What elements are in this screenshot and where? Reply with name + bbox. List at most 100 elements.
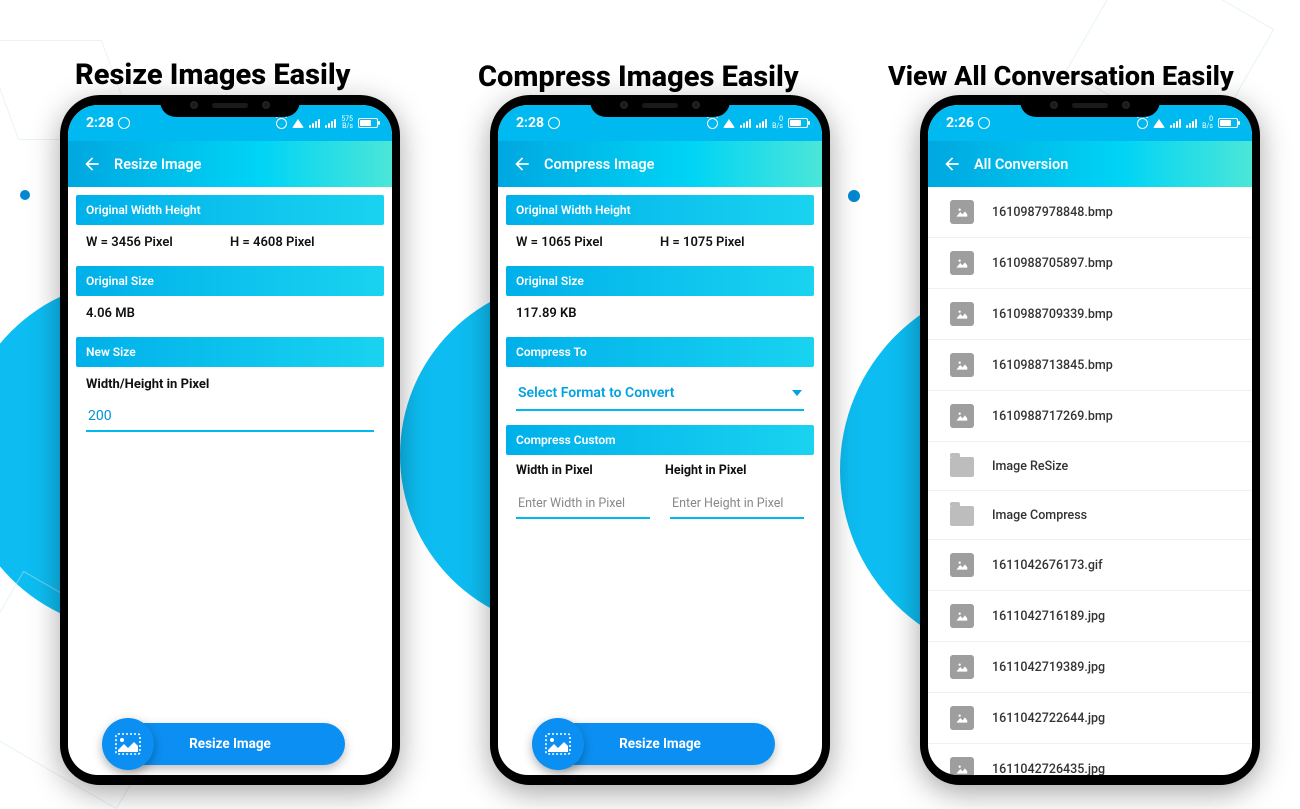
list-item[interactable]: 1611042716189.jpg [928, 591, 1252, 642]
list-item[interactable]: 1610987978848.bmp [928, 187, 1252, 238]
resize-fab-icon[interactable] [102, 718, 154, 770]
format-select-placeholder: Select Format to Convert [518, 385, 674, 401]
alarm-icon [707, 118, 718, 129]
image-icon [950, 353, 974, 377]
signal-icon-2 [756, 119, 767, 128]
original-size-value: 4.06 MB [76, 296, 384, 331]
battery-icon [1218, 118, 1238, 128]
headline-resize: Resize Images Easily [75, 58, 350, 92]
signal-icon [1170, 119, 1181, 128]
app-bar: Resize Image [68, 141, 392, 187]
original-width: W = 3456 Pixel [86, 235, 230, 250]
data-rate: 0B/s [1202, 116, 1213, 130]
headline-view-all: View All Conversation Easily [888, 60, 1234, 92]
image-icon [950, 757, 974, 775]
section-new-size: New Size [76, 337, 384, 367]
section-original-wh: Original Width Height [76, 195, 384, 225]
image-icon [950, 553, 974, 577]
list-item[interactable]: 1610988705897.bmp [928, 238, 1252, 289]
list-item[interactable]: 1610988717269.bmp [928, 391, 1252, 442]
screen-title: Compress Image [544, 156, 654, 173]
signal-icon [740, 119, 751, 128]
back-icon[interactable] [82, 154, 102, 174]
list-item-label: 1611042726435.jpg [992, 762, 1105, 776]
back-icon[interactable] [512, 154, 532, 174]
new-size-input[interactable] [86, 402, 374, 432]
list-item-label: 1610987978848.bmp [992, 205, 1113, 220]
wifi-icon [1153, 119, 1165, 128]
compress-fab-icon[interactable] [532, 718, 584, 770]
app-bar: Compress Image [498, 141, 822, 187]
original-dimensions-row: W = 3456 Pixel H = 4608 Pixel [76, 225, 384, 260]
list-item-label: 1611042716189.jpg [992, 609, 1105, 624]
folder-icon [950, 457, 974, 477]
signal-icon-2 [1186, 119, 1197, 128]
status-time: 2:28 [86, 115, 114, 131]
original-width: W = 1065 Pixel [516, 235, 660, 250]
list-item-label: 1610988717269.bmp [992, 409, 1113, 424]
list-item[interactable]: 1611042722644.jpg [928, 693, 1252, 744]
back-icon[interactable] [942, 154, 962, 174]
sync-icon [118, 117, 130, 129]
list-item[interactable]: Image ReSize [928, 442, 1252, 491]
list-item-label: 1611042722644.jpg [992, 711, 1105, 726]
original-size-value: 117.89 KB [506, 296, 814, 331]
conversion-list[interactable]: 1610987978848.bmp 1610988705897.bmp 161098… [928, 187, 1252, 775]
image-icon [950, 251, 974, 275]
folder-icon [950, 506, 974, 526]
height-field-label: Height in Pixel [655, 463, 804, 478]
original-dimensions-row: W = 1065 Pixel H = 1075 Pixel [506, 225, 814, 260]
phone-mockup-conversion: 2:26 0B/s All Conversion 1610987978848.b… [920, 95, 1260, 785]
wifi-icon [723, 119, 735, 128]
data-rate: 575B/s [341, 116, 353, 130]
list-item-label: 1611042719389.jpg [992, 660, 1105, 675]
battery-icon [358, 118, 378, 128]
status-time: 2:26 [946, 115, 974, 131]
app-bar: All Conversion [928, 141, 1252, 187]
custom-size-labels: Width in Pixel Height in Pixel [506, 455, 814, 480]
custom-height-input[interactable] [670, 490, 804, 519]
screen-title: All Conversion [974, 156, 1068, 173]
image-icon [950, 404, 974, 428]
status-time: 2:28 [516, 115, 544, 131]
list-item-label: 1610988713845.bmp [992, 358, 1113, 373]
chevron-down-icon [792, 390, 802, 396]
sync-icon [978, 117, 990, 129]
battery-icon [788, 118, 808, 128]
alarm-icon [276, 118, 287, 129]
list-item[interactable]: 1611042719389.jpg [928, 642, 1252, 693]
image-icon [950, 200, 974, 224]
signal-icon [309, 119, 320, 128]
list-item-label: 1610988709339.bmp [992, 307, 1113, 322]
sync-icon [548, 117, 560, 129]
signal-icon-2 [325, 119, 336, 128]
list-item[interactable]: 1610988713845.bmp [928, 340, 1252, 391]
image-icon [950, 655, 974, 679]
section-original-wh: Original Width Height [506, 195, 814, 225]
format-select[interactable]: Select Format to Convert [516, 379, 804, 411]
new-size-label: Width/Height in Pixel [76, 367, 384, 396]
original-height: H = 4608 Pixel [230, 235, 374, 250]
status-bar: 2:28 0B/s [498, 105, 822, 141]
headline-compress: Compress Images Easily [478, 60, 799, 94]
phone-mockup-resize: 2:28 575B/s Resize Image Original Width … [60, 95, 400, 785]
list-item-label: Image Compress [992, 508, 1087, 523]
image-icon [950, 604, 974, 628]
list-item[interactable]: Image Compress [928, 491, 1252, 540]
custom-width-input[interactable] [516, 490, 650, 519]
section-compress-custom: Compress Custom [506, 425, 814, 455]
status-bar: 2:28 575B/s [68, 105, 392, 141]
list-item[interactable]: 1611042726435.jpg [928, 744, 1252, 775]
wifi-icon [292, 119, 304, 128]
original-height: H = 1075 Pixel [660, 235, 804, 250]
image-icon [950, 706, 974, 730]
list-item[interactable]: 1610988709339.bmp [928, 289, 1252, 340]
status-bar: 2:26 0B/s [928, 105, 1252, 141]
section-compress-to: Compress To [506, 337, 814, 367]
list-item-label: 1610988705897.bmp [992, 256, 1113, 271]
alarm-icon [1137, 118, 1148, 129]
list-item[interactable]: 1611042676173.gif [928, 540, 1252, 591]
screen-title: Resize Image [114, 156, 201, 173]
list-item-label: Image ReSize [992, 459, 1068, 474]
width-field-label: Width in Pixel [516, 463, 655, 478]
